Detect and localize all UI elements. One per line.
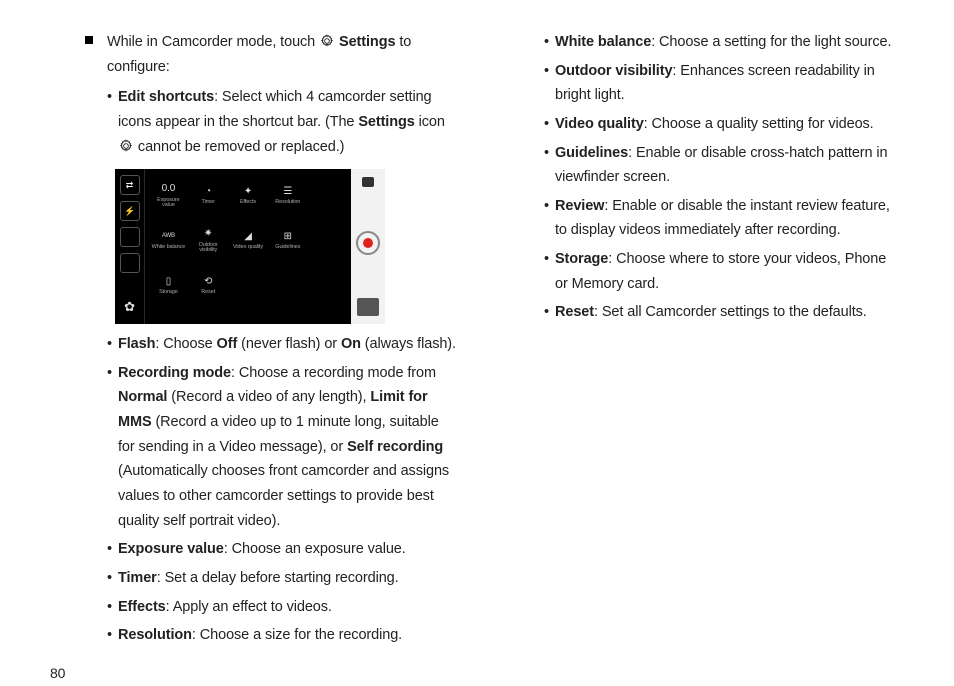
item-effects: •Effects: Apply an effect to videos. <box>85 595 457 620</box>
lead-line: While in Camcorder mode, touch Settings … <box>85 30 457 79</box>
settings-grid: 0.0Exposurevalue ◔Timer ✦Effects ☰Resolu… <box>145 169 351 311</box>
page-number: 80 <box>50 662 894 686</box>
item-video-quality: •Video quality: Choose a quality setting… <box>522 112 894 137</box>
camera-icon <box>362 177 374 187</box>
shortcut-icon <box>120 227 140 247</box>
shortcut-bar: ⇄ ⚡ ✿ <box>115 169 145 324</box>
shortcut-icon: ⇄ <box>120 175 140 195</box>
shortcut-icon: ⚡ <box>120 201 140 221</box>
item-reset: •Reset: Set all Camcorder settings to th… <box>522 300 894 325</box>
gear-icon <box>320 34 334 48</box>
item-flash: • Flash: Choose Off (never flash) or On … <box>85 332 457 357</box>
shortcut-icon <box>120 253 140 273</box>
item-edit-shortcuts: • Edit shortcuts: Select which 4 camcord… <box>85 85 457 159</box>
lead-prefix: While in Camcorder mode, touch <box>107 34 319 50</box>
square-bullet <box>85 36 93 44</box>
lead-settings-word: Settings <box>339 34 395 50</box>
item-guidelines: •Guidelines: Enable or disable cross-hat… <box>522 141 894 190</box>
camcorder-settings-screenshot: ⇄ ⚡ ✿ 0.0Exposurevalue ◔Timer ✦Effects ☰… <box>115 169 385 324</box>
gear-icon <box>119 139 133 153</box>
record-button <box>356 231 380 255</box>
left-column: While in Camcorder mode, touch Settings … <box>60 30 457 652</box>
item-outdoor-visibility: •Outdoor visibility: Enhances screen rea… <box>522 59 894 108</box>
item-review: •Review: Enable or disable the instant r… <box>522 194 894 243</box>
gallery-thumbnail <box>357 298 379 316</box>
edit-shortcuts-label: Edit shortcuts <box>118 89 214 105</box>
item-white-balance: •White balance: Choose a setting for the… <box>522 30 894 55</box>
item-exposure: •Exposure value: Choose an exposure valu… <box>85 537 457 562</box>
gear-icon: ✿ <box>124 296 135 318</box>
item-storage: •Storage: Choose where to store your vid… <box>522 247 894 296</box>
item-recording-mode: • Recording mode: Choose a recording mod… <box>85 361 457 533</box>
item-timer: •Timer: Set a delay before starting reco… <box>85 566 457 591</box>
right-column: •White balance: Choose a setting for the… <box>512 30 894 652</box>
